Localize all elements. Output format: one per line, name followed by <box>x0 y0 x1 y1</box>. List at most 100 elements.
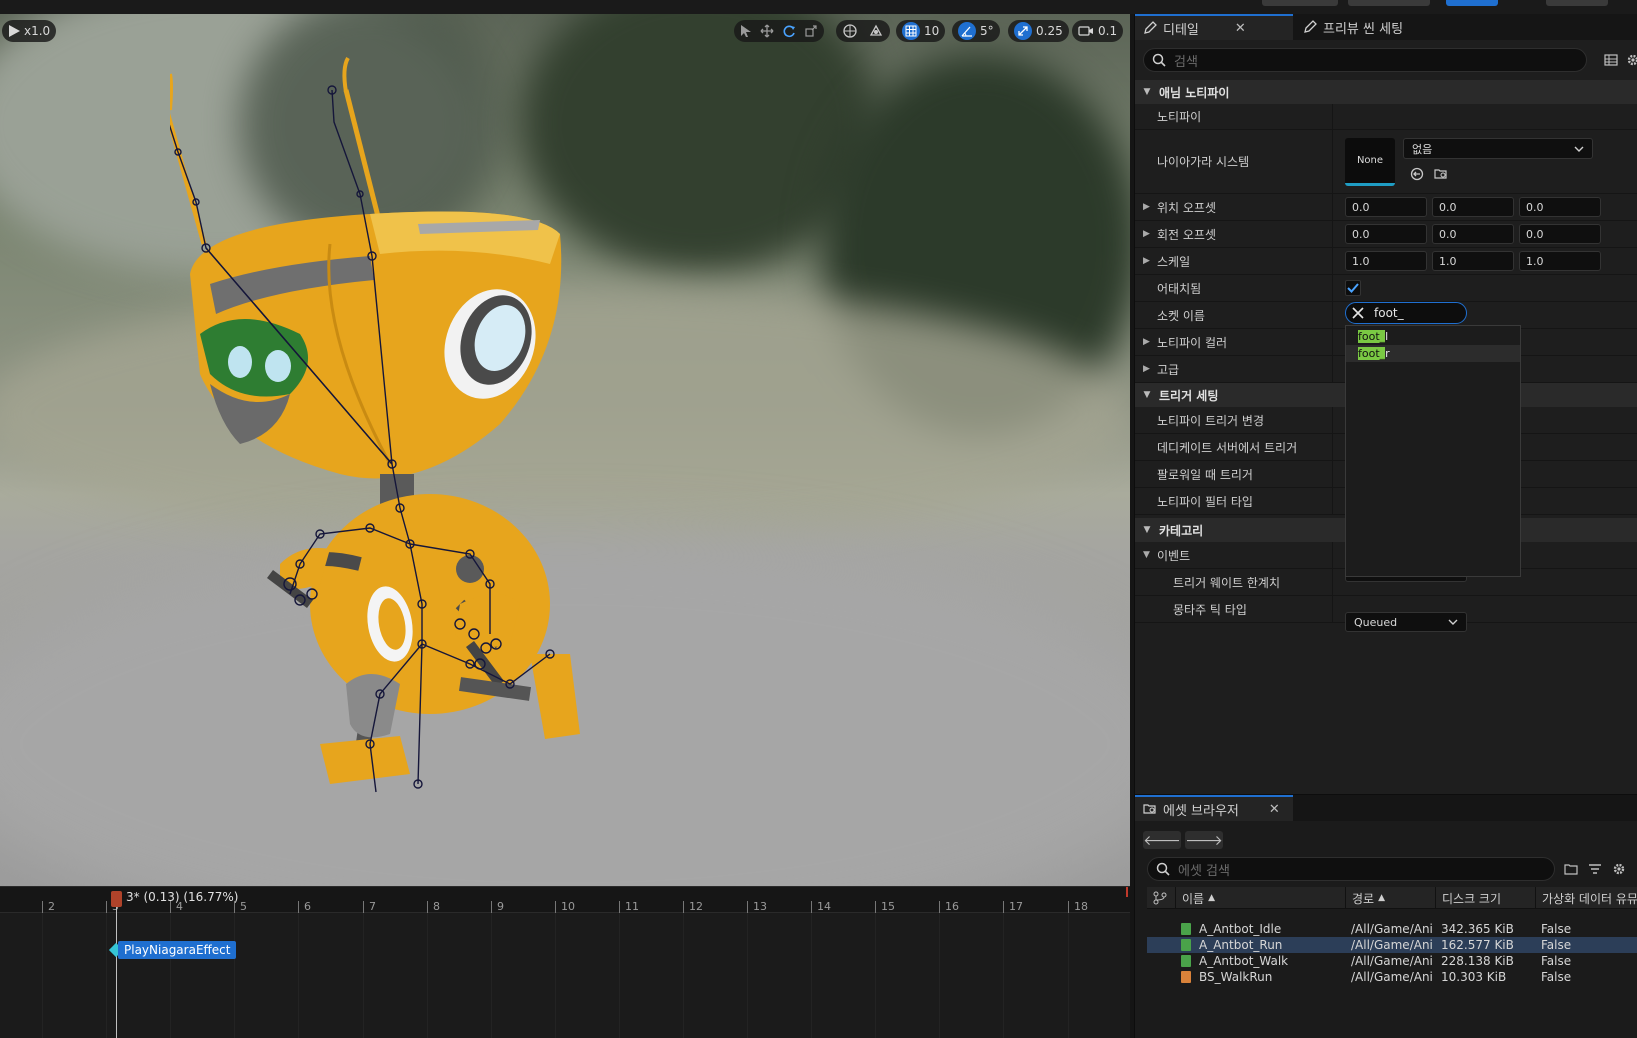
timeline-gridline <box>555 913 556 1038</box>
column-disk-size[interactable]: 디스크 크기 <box>1435 887 1535 909</box>
folder-icon[interactable] <box>1561 859 1581 879</box>
animation-asset-icon <box>1181 923 1191 935</box>
asset-virtualized: False <box>1541 970 1572 984</box>
playhead-line[interactable] <box>116 891 117 1038</box>
camera-icon <box>1078 26 1093 36</box>
tab-details[interactable]: 디테일 ✕ <box>1135 14 1293 40</box>
timeline-gridline <box>298 913 299 1038</box>
timeline-tick <box>106 901 107 913</box>
details-search-input[interactable]: 검색 <box>1143 48 1587 72</box>
socket-suggestion-item[interactable]: foot_ r <box>1346 345 1520 362</box>
camera-speed-button[interactable]: 0.1 <box>1072 20 1124 42</box>
clear-icon[interactable] <box>1352 307 1364 319</box>
expand-arrow-icon[interactable]: ▶ <box>1143 256 1150 266</box>
back-arrow-icon[interactable]: 🡐 <box>1143 831 1181 849</box>
asset-row[interactable]: A_Antbot_Run/All/Game/Ani 162.577 KiB Fals… <box>1147 937 1637 953</box>
antbot-character-mesh[interactable] <box>170 44 630 804</box>
world-local-icon[interactable] <box>842 23 858 39</box>
browse-asset-icon[interactable] <box>1431 164 1451 184</box>
rotation-x-input[interactable]: 0.0 <box>1345 224 1427 244</box>
location-x-input[interactable]: 0.0 <box>1345 197 1427 217</box>
tab-asset-browser-label: 에셋 브라우저 <box>1163 803 1239 819</box>
socket-name-input[interactable]: foot_ <box>1345 302 1467 324</box>
close-icon[interactable]: ✕ <box>1269 802 1280 817</box>
prop-label: 나이아가라 시스템 <box>1135 130 1333 193</box>
asset-row[interactable]: A_Antbot_Walk/All/Game/Ani 228.138 KiB Fal… <box>1147 953 1637 969</box>
toolbar-button-primary[interactable] <box>1446 0 1498 6</box>
close-icon[interactable]: ✕ <box>1235 21 1246 36</box>
suggestion-rest: l <box>1385 330 1389 343</box>
section-anim-notify[interactable]: ▼ 애님 노티파이 <box>1135 80 1637 104</box>
attached-checkbox[interactable] <box>1345 280 1361 296</box>
select-cursor-icon[interactable] <box>740 24 752 38</box>
settings-gear-icon[interactable] <box>1623 50 1637 70</box>
socket-suggestion-item[interactable]: foot_ l <box>1346 328 1520 345</box>
location-z-input[interactable]: 0.0 <box>1519 197 1601 217</box>
prop-label: 고급 <box>1135 356 1333 382</box>
grid-icon <box>905 25 917 37</box>
grid-snap-value: 10 <box>924 24 940 38</box>
rotate-icon[interactable] <box>782 24 796 38</box>
tab-preview-scene-settings[interactable]: 프리뷰 씬 세팅 <box>1295 14 1411 40</box>
filter-icon[interactable] <box>1585 859 1605 879</box>
prop-label: 노티파이 <box>1135 104 1333 129</box>
asset-row[interactable]: A_Antbot_Idle/All/Game/Ani 342.365 KiB Fal… <box>1147 921 1637 937</box>
use-selected-icon[interactable] <box>1407 164 1427 184</box>
column-path-label: 경로 <box>1352 891 1375 906</box>
niagara-system-combo[interactable]: 없음 <box>1403 138 1593 159</box>
pencil-icon <box>1144 21 1157 34</box>
grid-snap-button[interactable]: 10 <box>896 20 946 42</box>
expand-arrow-icon[interactable]: ▶ <box>1143 202 1150 212</box>
column-name[interactable]: 이름 ▲ <box>1175 887 1345 909</box>
timeline-tick-label: 11 <box>625 900 639 913</box>
timeline-tick-label: 8 <box>433 900 440 913</box>
timeline-panel[interactable]: 23456789101112131415161718 3* (0.13) (16… <box>0 886 1130 1038</box>
animation-asset-icon <box>1181 955 1191 967</box>
expand-arrow-icon[interactable]: ▶ <box>1143 229 1150 239</box>
surface-snap-icon[interactable] <box>868 23 884 39</box>
scale-y-input[interactable]: 1.0 <box>1432 251 1514 271</box>
forward-arrow-icon[interactable]: 🡒 <box>1185 831 1223 849</box>
asset-row[interactable]: BS_WalkRun/All/Game/Ani 10.303 KiB False <box>1147 969 1637 985</box>
prop-label: 소켓 이름 <box>1135 302 1333 328</box>
asset-virtualized: False <box>1541 922 1572 936</box>
rotation-z-input[interactable]: 0.0 <box>1519 224 1601 244</box>
timeline-gridline <box>42 913 43 1038</box>
table-view-icon[interactable] <box>1601 50 1621 70</box>
playback-speed-button[interactable]: x1.0 <box>2 20 57 42</box>
collapse-arrow-icon[interactable]: ▼ <box>1143 550 1150 560</box>
asset-search-input[interactable]: 에셋 검색 <box>1147 857 1555 881</box>
3d-viewport[interactable]: x1.0 10 5° 0.25 0.1 <box>0 14 1130 886</box>
asset-thumbnail[interactable]: None <box>1345 138 1395 186</box>
scale-x-input[interactable]: 1.0 <box>1345 251 1427 271</box>
rotation-y-input[interactable]: 0.0 <box>1432 224 1514 244</box>
playhead-handle[interactable] <box>111 891 122 907</box>
notify-track-item[interactable]: PlayNiagaraEffect <box>118 941 237 959</box>
asset-name: A_Antbot_Walk <box>1199 954 1289 968</box>
column-name-label: 이름 <box>1182 891 1205 906</box>
scale-snap-button[interactable]: 0.25 <box>1008 20 1069 42</box>
column-virtualized[interactable]: 가상화 데이터 유뮤 <box>1535 887 1637 909</box>
chevron-down-icon <box>1574 146 1584 152</box>
source-control-icon[interactable] <box>1147 887 1175 909</box>
toolbar-button[interactable] <box>1546 0 1608 6</box>
prop-label: 트리거 웨이트 한계치 <box>1135 569 1333 595</box>
settings-gear-icon[interactable] <box>1609 859 1629 879</box>
asset-thumbnail-label: None <box>1356 155 1384 166</box>
column-virtualized-label: 가상화 데이터 유뮤 <box>1542 891 1637 906</box>
montage-tick-combo[interactable]: Queued <box>1345 612 1467 632</box>
translate-icon[interactable] <box>760 24 774 38</box>
location-y-input[interactable]: 0.0 <box>1432 197 1514 217</box>
timeline-gridline <box>363 913 364 1038</box>
angle-snap-button[interactable]: 5° <box>952 20 1000 42</box>
scale-icon[interactable] <box>804 24 818 38</box>
scale-z-input[interactable]: 1.0 <box>1519 251 1601 271</box>
column-path[interactable]: 경로 ▲ <box>1345 887 1435 909</box>
right-panel: 디테일 ✕ 프리뷰 씬 세팅 검색 ▼ 애님 노티파이 노티파이 나이아가라 시… <box>1134 14 1637 1038</box>
tab-asset-browser[interactable]: 에셋 브라우저 ✕ <box>1135 795 1293 821</box>
socket-name-value: foot_ <box>1374 306 1404 320</box>
expand-arrow-icon[interactable]: ▶ <box>1143 364 1150 374</box>
toolbar-button[interactable] <box>1348 0 1430 6</box>
expand-arrow-icon[interactable]: ▶ <box>1143 337 1150 347</box>
toolbar-button[interactable] <box>1262 0 1338 6</box>
